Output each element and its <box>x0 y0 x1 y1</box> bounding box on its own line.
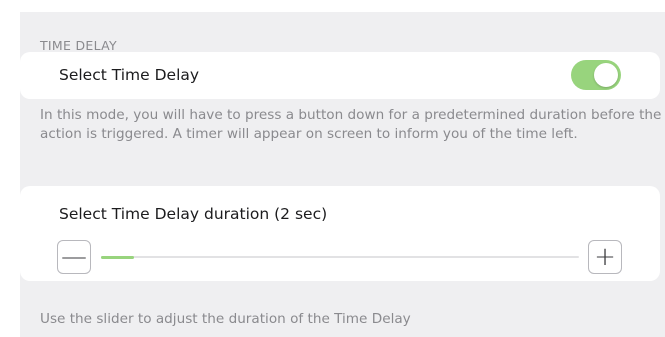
time-delay-toggle-row[interactable]: Select Time Delay <box>20 52 660 99</box>
slider-help-text: Use the slider to adjust the duration of… <box>40 311 411 327</box>
toggle-knob <box>594 63 618 87</box>
mode-description: In this mode, you will have to press a b… <box>40 107 662 142</box>
toggle-row-label: Select Time Delay <box>59 66 200 84</box>
increase-duration-button[interactable]: + <box>588 240 622 274</box>
time-delay-toggle-switch[interactable] <box>571 60 621 90</box>
minus-icon: — <box>61 242 87 272</box>
duration-card: Select Time Delay duration (2 sec) — + <box>20 186 660 281</box>
duration-label: Select Time Delay duration (2 sec) <box>59 205 328 223</box>
duration-slider[interactable] <box>101 255 579 259</box>
plus-icon: + <box>594 242 616 272</box>
settings-panel: TIME DELAY Select Time Delay In this mod… <box>20 12 665 337</box>
slider-fill <box>101 255 135 259</box>
section-header: TIME DELAY <box>40 38 117 53</box>
decrease-duration-button[interactable]: — <box>57 240 91 274</box>
